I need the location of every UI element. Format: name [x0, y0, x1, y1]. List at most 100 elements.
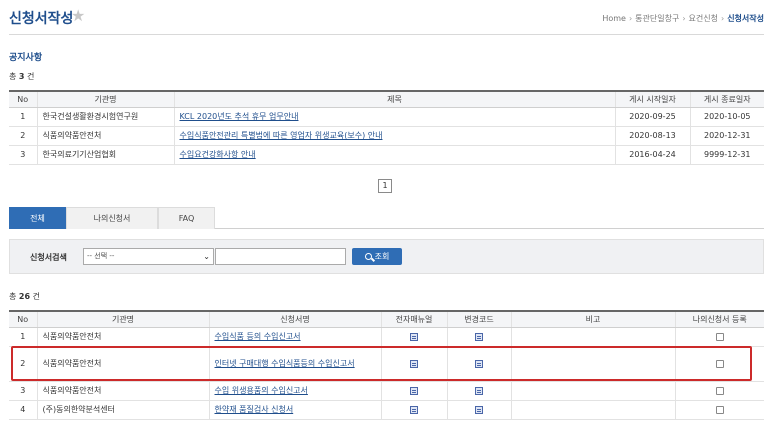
applications-count-prefix: 총 — [9, 292, 17, 301]
notice-org: 한국의료기기산업협회 — [36, 145, 174, 165]
applications-count: 총 26 건 — [9, 291, 40, 302]
manual-icon[interactable] — [410, 386, 418, 395]
manual-icon[interactable] — [410, 405, 418, 414]
change-code-icon[interactable] — [475, 332, 483, 341]
application-no: 2 — [9, 346, 37, 382]
application-note — [510, 346, 675, 382]
star-icon[interactable]: ★ — [71, 6, 85, 25]
column-header: 비고 — [510, 310, 675, 328]
applications-count-number: 26 — [18, 292, 31, 301]
column-header: 전자매뉴얼 — [380, 310, 447, 328]
notice-end-date: 2020-10-05 — [689, 107, 764, 127]
tab-bar: 전체 나의신청서 FAQ — [9, 207, 764, 229]
my-application-checkbox[interactable] — [715, 359, 724, 368]
chevron-right-icon: › — [720, 14, 725, 23]
change-code-icon[interactable] — [475, 386, 483, 395]
breadcrumb-level-2[interactable]: 요건신청 — [689, 13, 718, 24]
notice-end-date: 2020-12-31 — [689, 126, 764, 146]
notice-count-number: 3 — [18, 72, 25, 81]
page-header: 신청서작성 ★ Home › 통관단일창구 › 요건신청 › 신청서작성 — [9, 5, 764, 35]
column-header: 제목 — [173, 90, 615, 108]
notice-no: 2 — [9, 126, 37, 146]
application-org: (주)동의한약분석센터 — [36, 400, 209, 420]
column-header: 기관명 — [36, 90, 174, 108]
table-row: 2 식품의약품안전처 인터넷 구매대행 수입식품등의 수입신고서 — [9, 346, 764, 382]
table-row: 3 식품의약품안전처 수입 위생용품의 수입신고서 — [9, 381, 764, 401]
application-note — [510, 327, 675, 347]
breadcrumb-home[interactable]: Home — [602, 14, 626, 23]
search-button[interactable]: 조회 — [352, 248, 402, 265]
applications-count-suffix: 건 — [32, 292, 40, 301]
column-header: 게시 시작일자 — [614, 90, 690, 108]
notice-count-prefix: 총 — [9, 72, 17, 81]
notice-org: 한국건설생활환경시험연구원 — [36, 107, 174, 127]
column-header: 변경코드 — [446, 310, 511, 328]
applications-table: No 기관명 신청서명 전자매뉴얼 변경코드 비고 나의신청서 등록 1 식품의… — [9, 310, 764, 420]
application-org: 식품의약품안전처 — [36, 381, 209, 401]
search-type-selected: -- 선택 -- — [87, 252, 115, 260]
table-row: 1 식품의약품안전처 수입식품 등의 수입신고서 — [9, 327, 764, 347]
notice-count-suffix: 건 — [27, 72, 35, 81]
notice-title-link[interactable]: 수입식품안전관리 특별법에 따른 영업자 위생교육(보수) 안내 — [180, 131, 383, 140]
application-name-link[interactable]: 인터넷 구매대행 수입식품등의 수입신고서 — [215, 359, 355, 368]
manual-icon[interactable] — [410, 332, 418, 341]
column-header: 나의신청서 등록 — [674, 310, 764, 328]
application-org: 식품의약품안전처 — [36, 346, 209, 382]
column-header: No — [9, 310, 37, 328]
breadcrumb: Home › 통관단일창구 › 요건신청 › 신청서작성 — [602, 13, 764, 24]
column-header: 게시 종료일자 — [689, 90, 764, 108]
application-name-link[interactable]: 한약재 품질검사 신청서 — [215, 405, 294, 414]
applications-table-header: No 기관명 신청서명 전자매뉴얼 변경코드 비고 나의신청서 등록 — [9, 310, 764, 328]
search-type-select[interactable]: -- 선택 -- ⌄ — [83, 248, 214, 265]
application-no: 1 — [9, 327, 37, 347]
column-header: No — [9, 90, 37, 108]
notice-org: 식품의약품안전처 — [36, 126, 174, 146]
column-header: 신청서명 — [208, 310, 381, 328]
tab-all[interactable]: 전체 — [9, 207, 66, 229]
my-application-checkbox[interactable] — [715, 405, 724, 414]
my-application-checkbox[interactable] — [715, 332, 724, 341]
notice-title-link[interactable]: 수입요건강화사항 안내 — [180, 150, 256, 159]
notice-no: 3 — [9, 145, 37, 165]
search-icon — [364, 253, 372, 260]
breadcrumb-current: 신청서작성 — [727, 14, 764, 23]
application-org: 식품의약품안전처 — [36, 327, 209, 347]
application-name-link[interactable]: 수입 위생용품의 수입신고서 — [215, 386, 308, 395]
chevron-right-icon: › — [628, 14, 633, 23]
notice-count: 총 3 건 — [9, 71, 34, 82]
change-code-icon[interactable] — [475, 405, 483, 414]
application-name-link[interactable]: 수입식품 등의 수입신고서 — [215, 332, 301, 341]
search-label: 신청서검색 — [30, 253, 67, 262]
table-row: 2 식품의약품안전처 수입식품안전관리 특별법에 따른 영업자 위생교육(보수)… — [9, 126, 764, 146]
notice-table-header: No 기관명 제목 게시 시작일자 게시 종료일자 — [9, 90, 764, 108]
manual-icon[interactable] — [410, 359, 418, 368]
tab-my-applications[interactable]: 나의신청서 — [66, 207, 158, 229]
notice-title-link[interactable]: KCL 2020년도 추석 휴무 업무안내 — [180, 112, 299, 121]
notice-start-date: 2020-08-13 — [614, 126, 690, 146]
application-no: 3 — [9, 381, 37, 401]
notice-end-date: 9999-12-31 — [689, 145, 764, 165]
breadcrumb-level-1[interactable]: 통관단일창구 — [635, 13, 679, 24]
page-title: 신청서작성 — [9, 11, 74, 27]
application-no: 4 — [9, 400, 37, 420]
application-note — [510, 400, 675, 420]
chevron-right-icon: › — [682, 14, 686, 23]
chevron-down-icon: ⌄ — [203, 252, 210, 261]
column-header: 기관명 — [36, 310, 209, 328]
table-row: 1 한국건설생활환경시험연구원 KCL 2020년도 추석 휴무 업무안내 20… — [9, 107, 764, 127]
search-input[interactable] — [215, 248, 346, 265]
pagination-page-1[interactable]: 1 — [378, 179, 392, 193]
change-code-icon[interactable] — [475, 359, 483, 368]
notice-table: No 기관명 제목 게시 시작일자 게시 종료일자 1 한국건설생활환경시험연구… — [9, 90, 764, 165]
tab-faq[interactable]: FAQ — [158, 207, 215, 229]
notice-no: 1 — [9, 107, 37, 127]
application-note — [510, 381, 675, 401]
search-panel: 신청서검색 -- 선택 -- ⌄ 조회 — [9, 239, 764, 274]
table-row: 4 (주)동의한약분석센터 한약재 품질검사 신청서 — [9, 400, 764, 420]
table-row: 3 한국의료기기산업협회 수입요건강화사항 안내 2016-04-24 9999… — [9, 145, 764, 165]
notice-section-title: 공지사항 — [9, 53, 43, 63]
notice-start-date: 2016-04-24 — [614, 145, 690, 165]
notice-start-date: 2020-09-25 — [614, 107, 690, 127]
search-button-label: 조회 — [374, 252, 390, 261]
my-application-checkbox[interactable] — [715, 386, 724, 395]
